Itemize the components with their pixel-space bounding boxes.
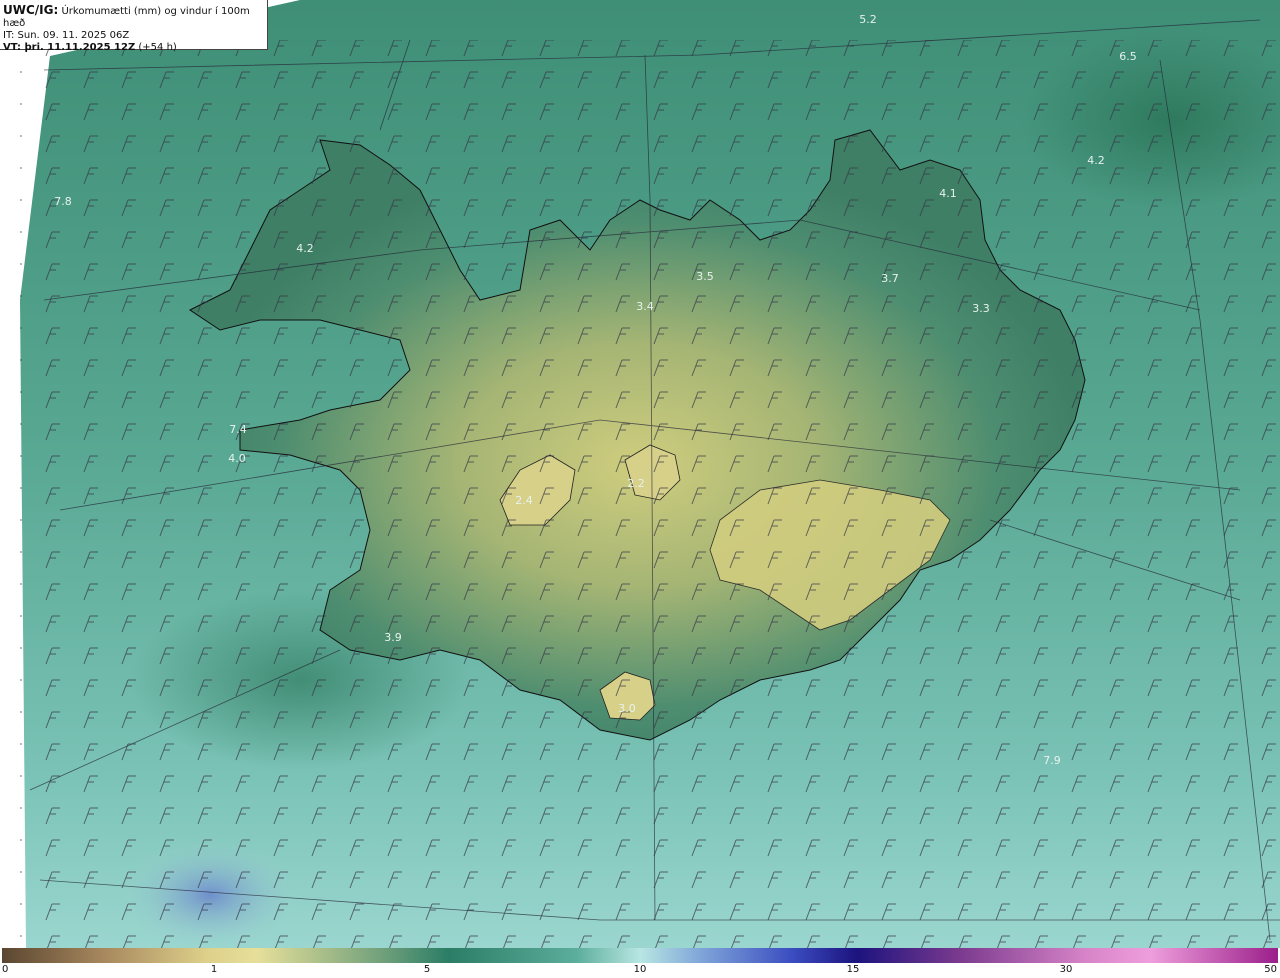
map-value-label: 4.1 — [939, 187, 957, 200]
map-value-label: 3.7 — [881, 272, 899, 285]
colorbar-tick-label: 1 — [210, 964, 218, 975]
initial-time: IT: Sun. 09. 11. 2025 06Z — [3, 30, 130, 41]
map-value-label: 3.0 — [618, 702, 636, 715]
forecast-lead: (+54 h) — [135, 42, 177, 53]
model-name: UWC/IG: — [3, 3, 59, 17]
map-value-label: 2.2 — [627, 477, 645, 490]
map-value-label: 4.2 — [296, 242, 314, 255]
colorbar-tick-label: 0 — [2, 964, 9, 975]
map-svg — [20, 0, 1280, 948]
colorbar-tick-label: 50 — [1264, 964, 1277, 975]
map-value-label: 7.8 — [54, 195, 72, 208]
map-value-label: 2.4 — [515, 494, 533, 507]
valid-time: VT: þri. 11.11.2025 12Z — [3, 42, 136, 53]
colorbar-tick-label: 10 — [633, 964, 647, 975]
map-value-label: 4.0 — [228, 452, 246, 465]
map-title-box: UWC/IG: Úrkomumætti (mm) og vindur í 100… — [0, 0, 268, 53]
map-value-label: 3.4 — [636, 300, 654, 313]
colorbar-tick-label: 5 — [423, 964, 431, 975]
colorbar-tick-label: 15 — [846, 964, 860, 975]
map-value-label: 3.9 — [384, 631, 402, 644]
colorbar: 0 1 5 10 15 30 50 — [0, 948, 1280, 978]
map-value-label: 5.2 — [859, 13, 877, 26]
wind-barb-icon — [20, 40, 1280, 948]
map-value-label: 4.2 — [1087, 154, 1105, 167]
map-value-label: 7.4 — [229, 423, 247, 436]
map-value-label: 3.3 — [972, 302, 990, 315]
map-value-label: 3.5 — [696, 270, 714, 283]
colorbar-strip — [2, 948, 1278, 963]
colorbar-tick-label: 30 — [1059, 964, 1073, 975]
map-value-label: 7.9 — [1043, 754, 1061, 767]
map-value-label: 6.5 — [1119, 50, 1137, 63]
map-canvas: 5.2 6.5 4.2 4.1 3.7 3.3 3.5 3.4 4.2 7.8 7.4 4.0 2.4 2… — [0, 0, 1280, 948]
